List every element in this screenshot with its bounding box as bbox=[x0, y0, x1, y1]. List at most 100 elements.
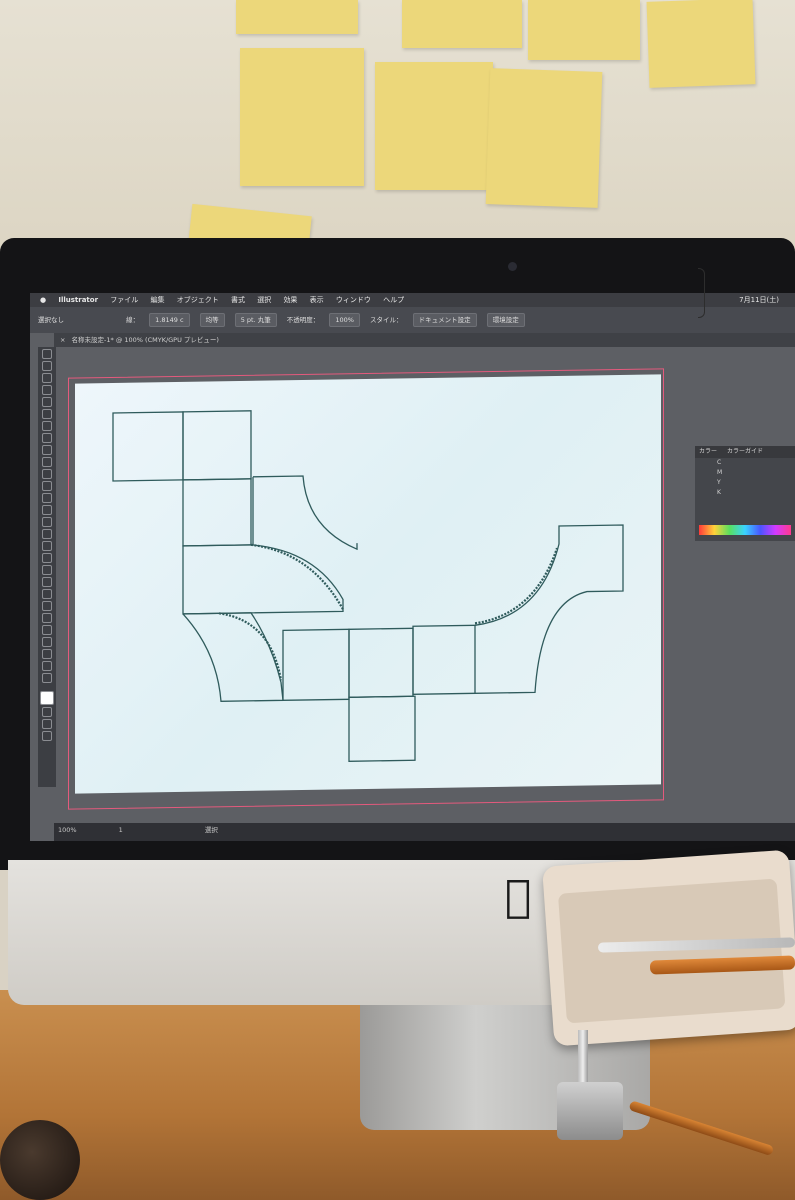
graph-tool-icon[interactable] bbox=[42, 625, 52, 635]
type-tool-icon[interactable] bbox=[42, 421, 52, 431]
menu-item-select[interactable]: 選択 bbox=[257, 296, 271, 304]
menu-item-help[interactable]: ヘルプ bbox=[383, 296, 404, 304]
rotate-tool-icon[interactable] bbox=[42, 493, 52, 503]
menu-item-window[interactable]: ウィンドウ bbox=[336, 296, 371, 304]
sticky-note bbox=[236, 0, 358, 34]
menu-bar: ● Illustrator ファイル 編集 オブジェクト 書式 選択 効果 表示… bbox=[30, 293, 795, 307]
tab-color[interactable]: カラー bbox=[699, 448, 717, 455]
line-tool-icon[interactable] bbox=[42, 433, 52, 443]
opacity-label: 不透明度： bbox=[286, 316, 320, 324]
menu-item-file[interactable]: ファイル bbox=[110, 296, 138, 304]
channel-y-label: Y bbox=[717, 479, 721, 486]
pen-tool-icon[interactable] bbox=[42, 397, 52, 407]
track-tile-straight bbox=[182, 478, 252, 547]
magic-wand-icon[interactable] bbox=[42, 373, 52, 383]
artboard[interactable] bbox=[75, 374, 661, 794]
zoom-level[interactable]: 100% bbox=[58, 826, 77, 834]
menu-item-type[interactable]: 書式 bbox=[231, 296, 245, 304]
menubar-clock[interactable]: 7月11日(土) bbox=[739, 293, 779, 307]
eraser-tool-icon[interactable] bbox=[42, 481, 52, 491]
shape-builder-icon[interactable] bbox=[42, 541, 52, 551]
slice-tool-icon[interactable] bbox=[42, 649, 52, 659]
profile-select[interactable]: 均等 bbox=[199, 313, 225, 327]
sticky-note bbox=[375, 62, 493, 190]
lamp-bulb bbox=[0, 1120, 80, 1200]
track-tile-straight bbox=[412, 624, 476, 695]
artboard-tool-icon[interactable] bbox=[42, 637, 52, 647]
tools-panel bbox=[38, 347, 56, 787]
selection-status: 選択なし bbox=[38, 316, 64, 324]
hand-tool-icon[interactable] bbox=[42, 661, 52, 671]
width-tool-icon[interactable] bbox=[42, 517, 52, 527]
tab-color-guide[interactable]: カラーガイド bbox=[727, 448, 763, 455]
perspective-grid-icon[interactable] bbox=[42, 553, 52, 563]
direct-selection-icon[interactable] bbox=[42, 361, 52, 371]
track-tile-straight bbox=[348, 695, 416, 762]
screen-mode-icon[interactable] bbox=[42, 719, 52, 729]
zoom-tool-icon[interactable] bbox=[42, 673, 52, 683]
status-bar: 100% 1 選択 bbox=[54, 823, 795, 841]
sticky-note bbox=[528, 0, 640, 60]
document-setup-button[interactable]: ドキュメント設定 bbox=[412, 313, 477, 327]
scale-tool-icon[interactable] bbox=[42, 505, 52, 515]
style-label: スタイル： bbox=[370, 316, 403, 324]
track-rail bbox=[218, 612, 283, 681]
channel-m-label: M bbox=[717, 469, 723, 476]
rectangle-tool-icon[interactable] bbox=[42, 445, 52, 455]
channel-c-label: C bbox=[717, 459, 722, 466]
curvature-tool-icon[interactable] bbox=[42, 409, 52, 419]
lasso-icon[interactable] bbox=[42, 385, 52, 395]
menu-item-effect[interactable]: 効果 bbox=[283, 296, 297, 304]
sticky-note bbox=[646, 0, 756, 88]
track-tile-curve bbox=[252, 475, 358, 551]
sticky-note bbox=[402, 0, 522, 48]
more-tools-icon[interactable] bbox=[42, 731, 52, 741]
menu-item-app[interactable]: Illustrator bbox=[58, 296, 98, 304]
track-rail bbox=[474, 547, 559, 625]
page-number[interactable]: 1 bbox=[119, 826, 123, 834]
close-tab-icon[interactable]: × bbox=[60, 336, 65, 344]
drawing-mode-icon[interactable] bbox=[42, 707, 52, 717]
track-rail bbox=[250, 543, 344, 610]
document-tab-label: 名称未設定-1* @ 100% (CMYK/GPU プレビュー) bbox=[71, 336, 219, 344]
channel-k-label: K bbox=[717, 489, 721, 496]
symbol-sprayer-icon[interactable] bbox=[42, 613, 52, 623]
menu-item-edit[interactable]: 編集 bbox=[151, 296, 165, 304]
current-tool: 選択 bbox=[204, 826, 218, 834]
selection-tool-icon[interactable] bbox=[42, 349, 52, 359]
track-layout-artwork bbox=[112, 410, 624, 762]
track-tile-straight bbox=[182, 410, 252, 481]
preferences-button[interactable]: 環境設定 bbox=[486, 313, 525, 327]
opacity-field[interactable]: 100% bbox=[329, 313, 360, 327]
screen-bracket bbox=[698, 268, 705, 318]
stand-clamp bbox=[557, 1082, 623, 1140]
document-tab[interactable]: × 名称未設定-1* @ 100% (CMYK/GPU プレビュー) bbox=[54, 333, 795, 347]
free-transform-icon[interactable] bbox=[42, 529, 52, 539]
stroke-label: 線： bbox=[126, 316, 140, 324]
track-tile-curve bbox=[474, 524, 624, 694]
gradient-tool-icon[interactable] bbox=[42, 577, 52, 587]
color-panel: カラー カラーガイド C M Y K bbox=[695, 446, 795, 541]
fill-stroke-icon[interactable] bbox=[40, 691, 54, 705]
brush-tool-icon[interactable] bbox=[42, 457, 52, 467]
track-tile-straight bbox=[282, 628, 350, 701]
color-spectrum[interactable] bbox=[699, 525, 791, 535]
control-bar: 選択なし 線： 1.8149 c 均等 5 pt. 丸筆 不透明度： 100% … bbox=[30, 307, 795, 333]
menu-item-object[interactable]: オブジェクト bbox=[177, 296, 219, 304]
shaper-tool-icon[interactable] bbox=[42, 469, 52, 479]
stroke-weight-field[interactable]: 1.8149 c bbox=[149, 313, 190, 327]
track-tile-straight bbox=[112, 411, 184, 482]
screen: ● Illustrator ファイル 編集 オブジェクト 書式 選択 効果 表示… bbox=[30, 293, 795, 841]
track-tile-curve bbox=[182, 612, 284, 702]
apple-menu-icon[interactable]: ● bbox=[40, 296, 46, 304]
blend-tool-icon[interactable] bbox=[42, 601, 52, 611]
brush-select[interactable]: 5 pt. 丸筆 bbox=[234, 313, 277, 327]
eyedropper-icon[interactable] bbox=[42, 589, 52, 599]
stand-post bbox=[578, 1030, 588, 1090]
camera-icon bbox=[508, 262, 517, 271]
menu-item-view[interactable]: 表示 bbox=[310, 296, 324, 304]
sticky-note bbox=[240, 48, 364, 186]
color-panel-tabs: カラー カラーガイド bbox=[695, 446, 795, 458]
tray-inner bbox=[557, 878, 786, 1024]
mesh-tool-icon[interactable] bbox=[42, 565, 52, 575]
